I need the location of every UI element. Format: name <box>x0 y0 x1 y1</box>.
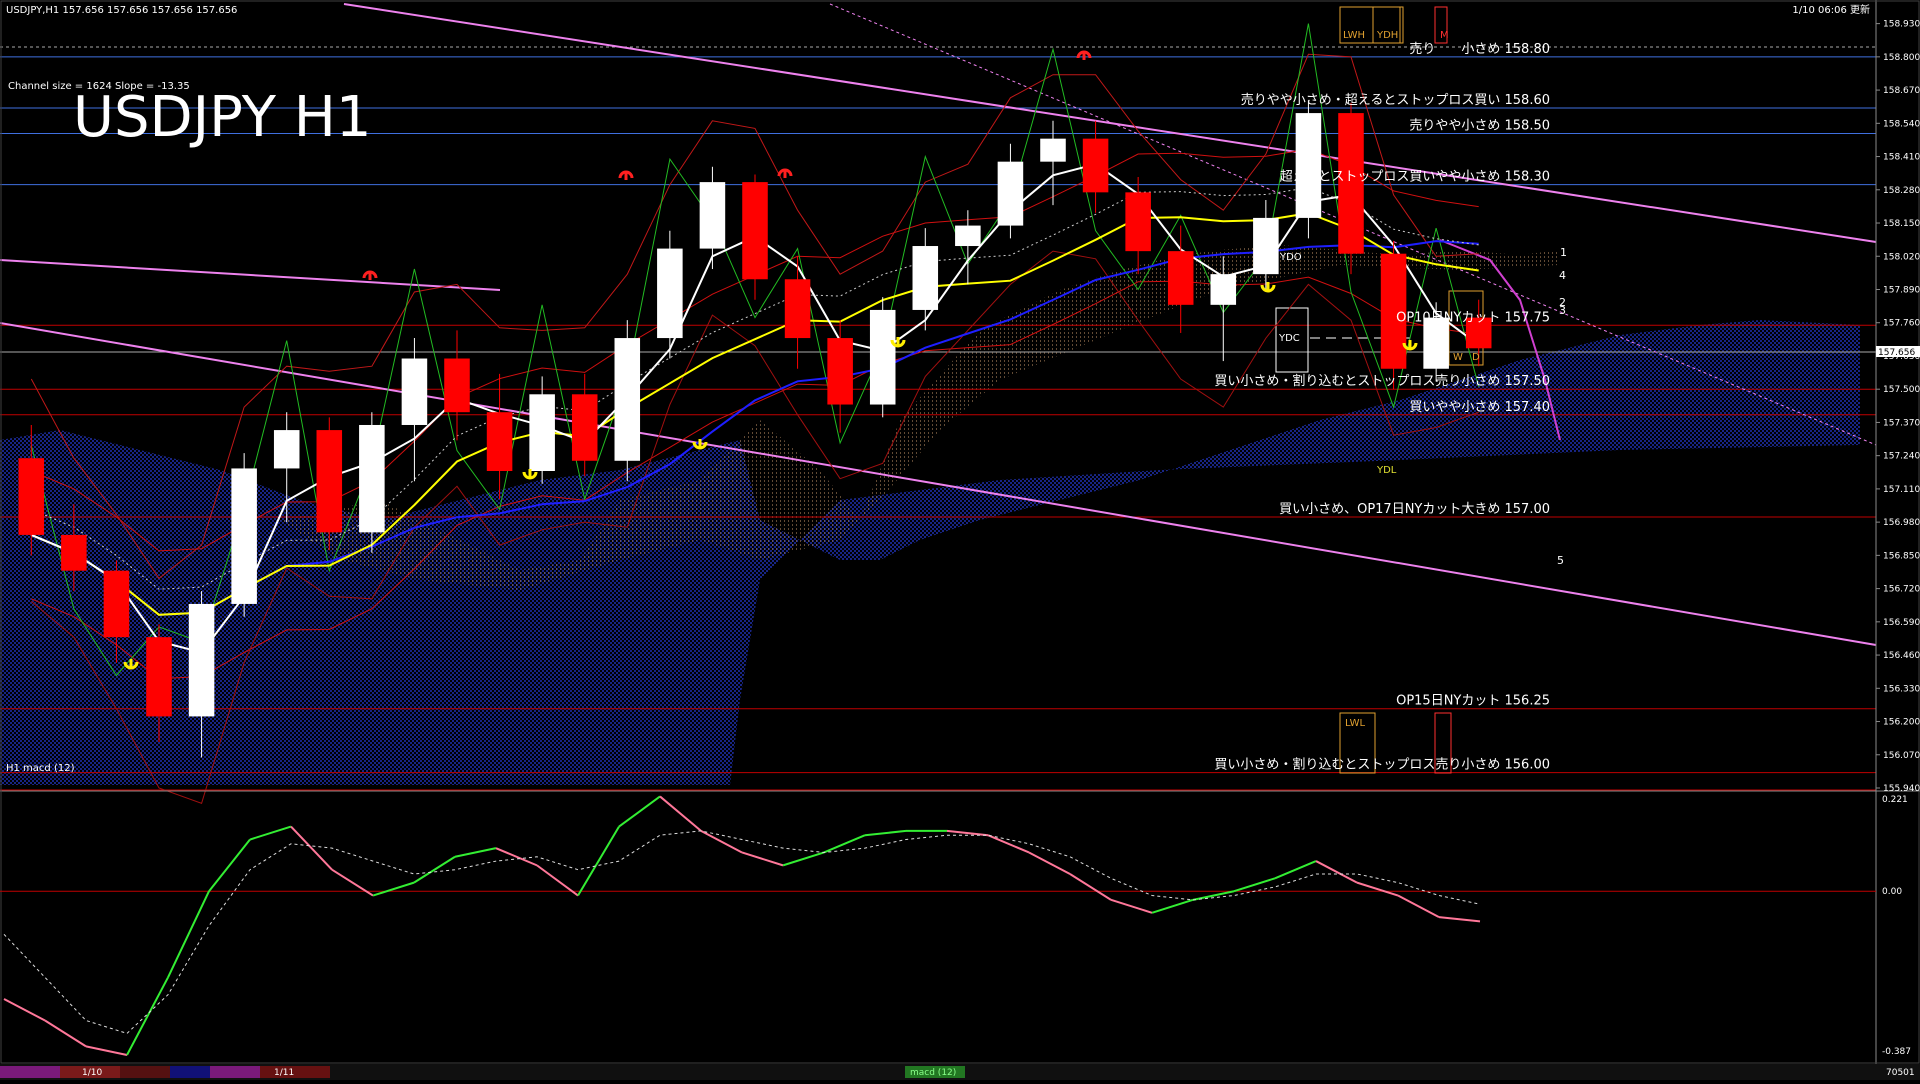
bottom-bar: 1/10 1/11 macd (12) 70501 <box>0 1064 1920 1080</box>
label-lwh: LWH <box>1343 30 1365 41</box>
candle-body <box>1253 217 1279 275</box>
annotation-label: 売り 小さめ 158.80 <box>1409 41 1550 57</box>
candle-body <box>997 161 1024 226</box>
y-tick-label: 158.150 <box>1883 219 1920 229</box>
candle-body <box>657 248 683 339</box>
macd-label: H1 macd (12) <box>6 763 75 774</box>
candle-body <box>869 309 896 405</box>
update-time: 1/10 06:06 更新 <box>1792 3 1870 16</box>
candle-body <box>529 394 555 471</box>
channel-label-1: 1 <box>1560 246 1567 259</box>
annotation-label: 買いやや小さめ 157.40 <box>1409 400 1550 415</box>
candle-body <box>231 468 257 604</box>
channel-label-4: 4 <box>1559 269 1566 282</box>
tick-1-11: 1/11 <box>274 1068 294 1078</box>
candle-body <box>1210 274 1237 305</box>
y-tick-label: 156.850 <box>1883 551 1920 561</box>
candle-body <box>1125 192 1151 252</box>
candle-body <box>742 182 768 280</box>
candle-body <box>18 458 45 535</box>
channel-label-5: 5 <box>1557 554 1564 567</box>
macd-axis-top: 0.221 <box>1882 795 1908 805</box>
y-tick-label: 157.500 <box>1883 385 1920 395</box>
tick-1-10: 1/10 <box>82 1068 102 1078</box>
annotation-label: OP15日NYカット 156.25 <box>1396 694 1550 709</box>
annotation-label: 買い小さめ、OP17日NYカット大きめ 157.00 <box>1279 502 1550 517</box>
candle-body <box>699 182 726 249</box>
candle-body <box>359 424 385 533</box>
annotation-label: 売りやや小さめ 158.50 <box>1409 118 1550 134</box>
y-tick-label: 157.110 <box>1883 485 1920 495</box>
candle-body <box>1082 138 1109 193</box>
candle-body <box>955 225 981 247</box>
candle-body <box>61 534 87 571</box>
y-tick-label: 158.540 <box>1883 119 1920 129</box>
candle-body <box>1295 113 1322 218</box>
label-d: D <box>1472 352 1480 363</box>
macd-axis-bottom: -0.387 <box>1882 1047 1911 1057</box>
annotation-label: OP10日NYカット 157.75 <box>1396 310 1550 325</box>
big-title: USDJPY H1 <box>73 85 371 150</box>
label-lwl: LWL <box>1345 718 1366 729</box>
y-tick-label: 158.410 <box>1883 153 1920 163</box>
y-tick-label: 158.280 <box>1883 186 1920 196</box>
candle-body <box>444 358 470 413</box>
candle-body <box>784 279 811 339</box>
y-tick-label: 157.240 <box>1883 452 1920 462</box>
candle-body <box>273 430 300 469</box>
candle-body <box>1040 138 1066 162</box>
price-chart[interactable]: 売り 小さめ 158.80 売りやや小さめ・超えるとストップロス買い 158.60… <box>0 0 1920 1080</box>
annotation-label: 超えるとストップロス買いやや小さめ 158.30 <box>1280 170 1550 185</box>
y-tick-label: 156.720 <box>1883 585 1920 595</box>
y-tick-label: 157.890 <box>1883 285 1920 295</box>
y-tick-label: 156.070 <box>1883 751 1920 761</box>
label-ydh: YDH <box>1376 30 1398 41</box>
candle-body <box>614 338 641 461</box>
y-tick-label: 158.930 <box>1883 20 1920 30</box>
candle-body <box>827 338 853 405</box>
label-ydc: YDC <box>1278 333 1300 344</box>
chart-header: USDJPY,H1 157.656 157.656 157.656 157.65… <box>6 5 237 16</box>
candle-body <box>912 246 939 310</box>
label-ydl: YDL <box>1376 465 1397 476</box>
candle-body <box>486 412 513 471</box>
chart-window: 売り 小さめ 158.80 売りやや小さめ・超えるとストップロス買い 158.60… <box>0 0 1920 1080</box>
y-tick-label: 155.940 <box>1883 784 1920 794</box>
annotation-label: 買い小さめ・割り込むとストップロス売り小さめ 157.50 <box>1214 373 1550 389</box>
channel-label-3: 3 <box>1559 304 1566 317</box>
y-tick-label: 156.330 <box>1883 684 1920 694</box>
candle-body <box>103 570 130 638</box>
candle-body <box>401 358 428 425</box>
bottom-tab[interactable]: macd (12) <box>910 1068 956 1078</box>
label-w: W <box>1453 352 1463 363</box>
candle-body <box>188 603 215 717</box>
candle-body <box>146 637 172 717</box>
current-price: 157.656 <box>1878 348 1915 358</box>
annotation-label: 買い小さめ・割り込むとストップロス売り小さめ 156.00 <box>1214 757 1550 773</box>
candle-body <box>316 430 343 533</box>
y-tick-label: 158.800 <box>1883 53 1920 63</box>
y-tick-label: 156.200 <box>1883 718 1920 728</box>
candle-body <box>1167 251 1194 305</box>
y-tick-label: 156.980 <box>1883 518 1920 528</box>
label-ydo: YDO <box>1279 252 1302 263</box>
y-tick-label: 158.020 <box>1883 252 1920 262</box>
candle-body <box>571 394 598 461</box>
bottom-right-number: 70501 <box>1886 1068 1915 1078</box>
y-tick-label: 156.460 <box>1883 651 1920 661</box>
y-tick-label: 156.590 <box>1883 618 1920 628</box>
y-tick-label: 158.670 <box>1883 86 1920 96</box>
label-m: M <box>1440 30 1449 41</box>
annotation-label: 売りやや小さめ・超えるとストップロス買い 158.60 <box>1241 92 1550 108</box>
y-tick-label: 157.370 <box>1883 418 1920 428</box>
y-tick-label: 157.760 <box>1883 319 1920 329</box>
macd-axis-zero: 0.00 <box>1882 887 1902 897</box>
